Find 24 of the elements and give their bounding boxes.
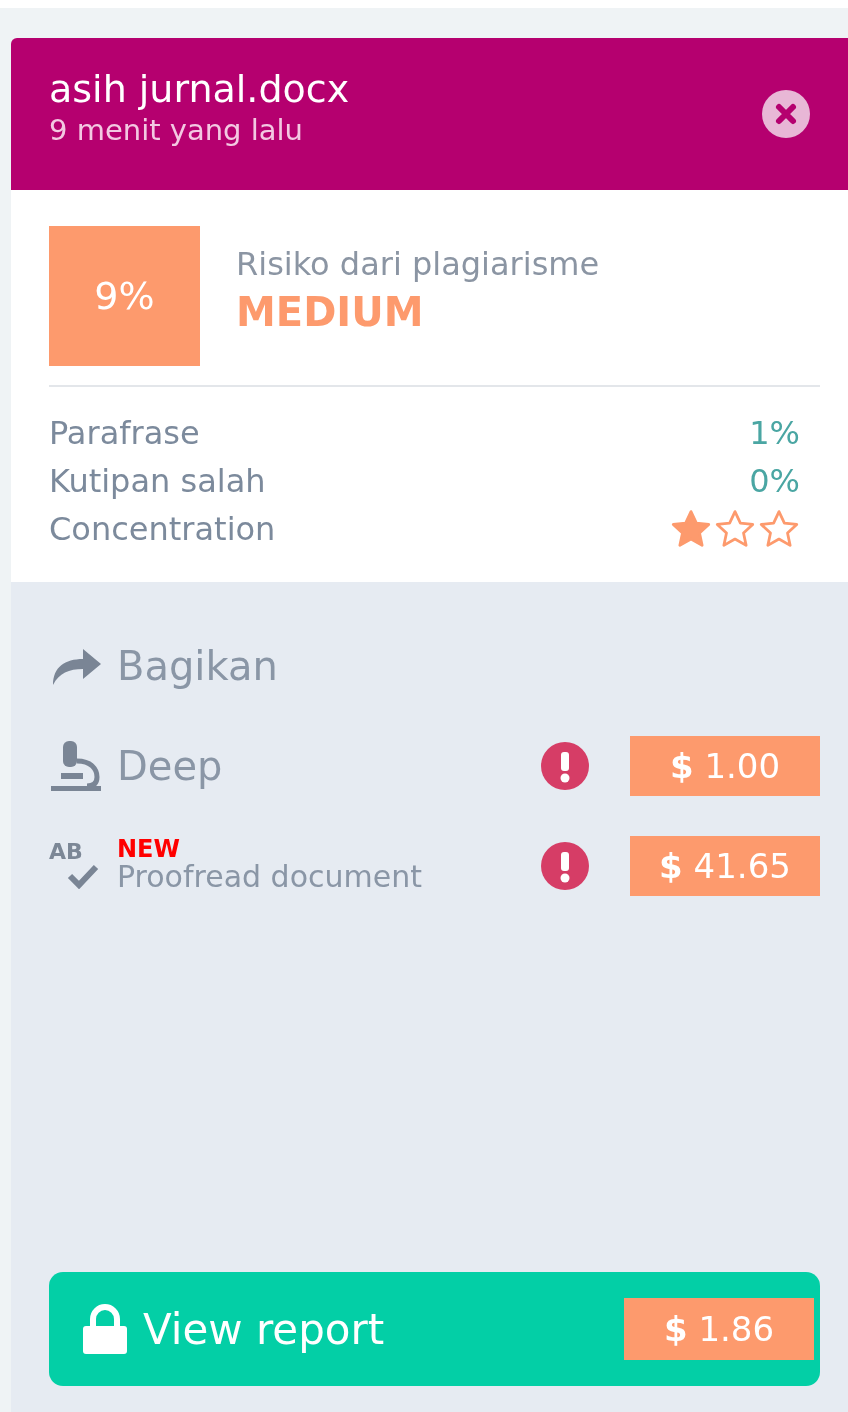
microscope-icon — [49, 739, 103, 793]
risk-score: 9% — [49, 226, 200, 366]
proofread-option[interactable]: Proofread document — [117, 860, 422, 894]
star-icon — [670, 509, 712, 549]
star-icon — [758, 509, 800, 549]
file-name: asih jurnal.docx — [49, 66, 350, 112]
view-report-button[interactable]: View report $ 1.86 — [49, 1272, 820, 1386]
star-icon — [714, 509, 756, 549]
stat-value: 1% — [749, 414, 800, 452]
stat-label: Concentration — [49, 510, 276, 548]
upload-time: 9 menit yang lalu — [49, 112, 304, 148]
deep-option[interactable]: Deep — [117, 743, 223, 789]
new-label: NEW — [117, 838, 181, 860]
price-badge: $ 1.86 — [624, 1298, 814, 1360]
close-icon[interactable] — [762, 90, 810, 138]
price-badge: $ 41.65 — [630, 836, 820, 896]
risk-level: MEDIUM — [236, 288, 425, 337]
price-badge: $ 1.00 — [630, 736, 820, 796]
stat-label: Kutipan salah — [49, 462, 266, 500]
lock-icon — [81, 1304, 129, 1354]
share-link[interactable]: Bagikan — [117, 643, 278, 689]
stat-value: 0% — [749, 462, 800, 500]
risk-label: Risiko dari plagiarisme — [236, 244, 600, 284]
stat-label: Parafrase — [49, 414, 200, 452]
